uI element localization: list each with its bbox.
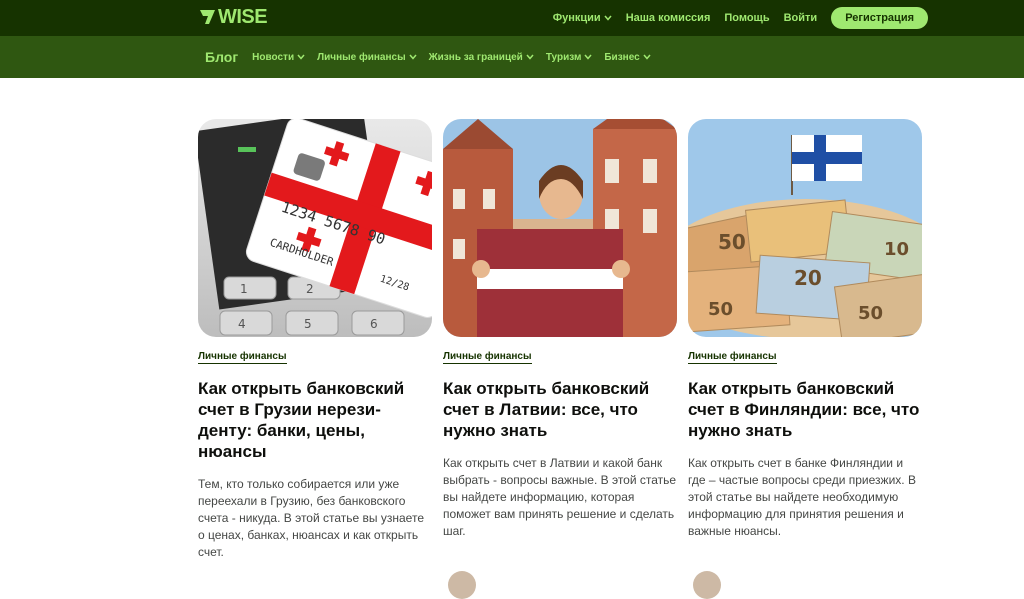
author-avatar[interactable]	[448, 571, 476, 599]
wise-logo[interactable]: WISE	[198, 5, 268, 29]
nav-pricing-label: Наша комиссия	[625, 12, 711, 24]
nav-login[interactable]: Войти	[784, 12, 818, 24]
article-title[interactable]: Как открыть банковский счет в Финляндии:…	[688, 378, 922, 441]
nav-help-label: Помощь	[724, 12, 770, 24]
nav-pricing[interactable]: Наша комиссия	[626, 12, 711, 24]
svg-text:2: 2	[306, 282, 314, 296]
subnav-item-tourism[interactable]: Туризм	[546, 52, 593, 63]
latvia-flag-woman-image[interactable]	[443, 119, 677, 337]
svg-text:50: 50	[718, 230, 746, 254]
article-card-latvia[interactable]: Личные финансы Как открыть банковский сч…	[443, 119, 677, 561]
nav-help[interactable]: Помощь	[724, 12, 769, 24]
article-card-finland[interactable]: 50 20 10 50 50 Личные финансы Как открыт…	[688, 119, 922, 561]
article-card-georgia[interactable]: 12 456 1234 5678 90 CARDHOLDER 12/28 Лич	[198, 119, 432, 561]
article-title[interactable]: Как открыть банковский счет в Латвии: вс…	[443, 378, 677, 441]
svg-text:4: 4	[238, 317, 246, 331]
svg-text:50: 50	[858, 303, 883, 324]
subnav-item-business[interactable]: Бизнес	[604, 51, 651, 63]
subnav-item-label: Личные финансы	[317, 51, 406, 63]
subnav-item-personal-finance[interactable]: Личные финансы	[317, 52, 417, 63]
svg-text:1: 1	[240, 282, 248, 296]
top-navigation-bar: WISE Функции Наша комиссия Помощь Войти …	[0, 0, 1024, 36]
chevron-down-icon	[526, 54, 534, 60]
article-tag[interactable]: Личные финансы	[198, 351, 287, 364]
author-avatar[interactable]	[693, 571, 721, 599]
logo-text: WISE	[218, 5, 268, 28]
chevron-down-icon	[584, 54, 592, 60]
chevron-down-icon	[409, 54, 417, 60]
chevron-down-icon	[604, 15, 612, 21]
subnav-item-label: Жизнь за границей	[428, 51, 523, 63]
subnav-item-label: Бизнес	[604, 51, 640, 63]
subnav-item-news[interactable]: Новости	[252, 52, 305, 63]
finland-flag-euro-notes-image[interactable]: 50 20 10 50 50	[688, 119, 922, 337]
register-button[interactable]: Регистрация	[831, 7, 928, 29]
article-title[interactable]: Как открыть банковский счет в Грузии нер…	[198, 378, 432, 462]
top-nav: Функции Наша комиссия Помощь Войти Регис…	[539, 0, 928, 36]
blog-navigation-bar: Блог Новости Личные финансы Жизнь за гра…	[0, 36, 1024, 78]
subnav-item-label: Новости	[252, 51, 295, 63]
georgia-card-terminal-image[interactable]: 12 456 1234 5678 90 CARDHOLDER 12/28	[198, 119, 432, 337]
article-excerpt: Как открыть счет в банке Финляндии и где…	[688, 456, 916, 538]
svg-text:50: 50	[708, 299, 733, 320]
article-card-list: 12 456 1234 5678 90 CARDHOLDER 12/28 Лич	[198, 119, 922, 561]
subnav-item-label: Туризм	[545, 51, 582, 63]
nav-features[interactable]: Функции	[553, 12, 612, 24]
svg-text:10: 10	[884, 239, 909, 260]
chevron-down-icon	[643, 54, 651, 60]
nav-login-label: Войти	[783, 12, 818, 24]
svg-text:20: 20	[794, 266, 822, 290]
svg-text:5: 5	[304, 317, 312, 331]
blog-nav: Блог Новости Личные финансы Жизнь за гра…	[205, 36, 663, 78]
subnav-item-life-abroad[interactable]: Жизнь за границей	[429, 52, 534, 63]
svg-text:6: 6	[370, 317, 378, 331]
article-excerpt: Как открыть счет в Латвии и какой банк в…	[443, 456, 677, 538]
blog-home-link[interactable]: Блог	[205, 49, 238, 65]
article-tag[interactable]: Личные финансы	[443, 351, 532, 364]
chevron-down-icon	[297, 54, 305, 60]
article-excerpt: Тем, кто только собирается или уже перее…	[198, 477, 424, 559]
wise-flag-icon	[200, 10, 215, 24]
article-tag[interactable]: Личные финансы	[688, 351, 777, 364]
nav-features-label: Функции	[552, 12, 601, 24]
